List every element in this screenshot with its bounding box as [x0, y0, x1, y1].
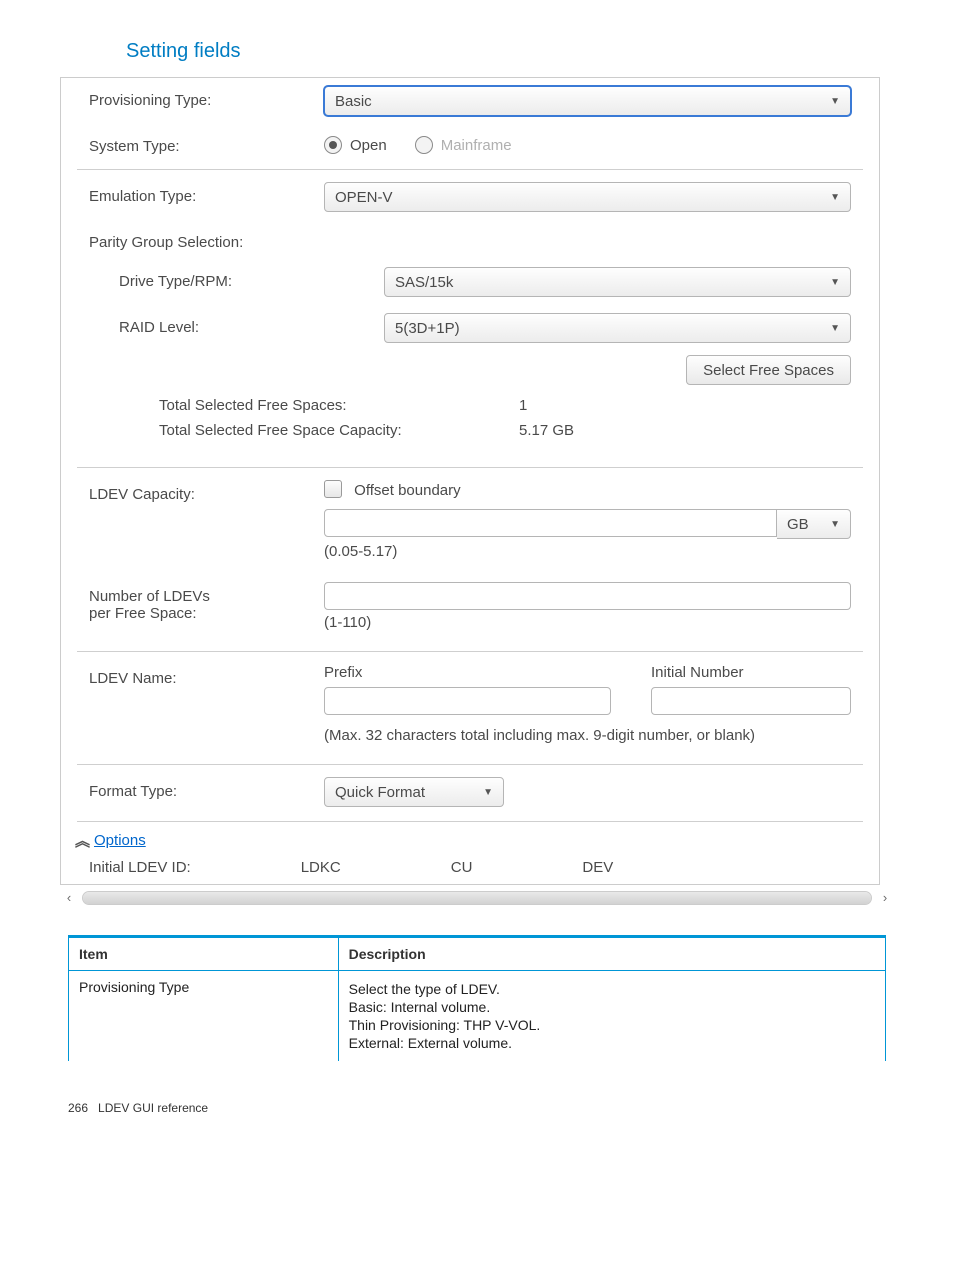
desc-line: Basic: Internal volume.: [349, 999, 875, 1015]
ldev-name-initial-input[interactable]: [651, 687, 851, 715]
ldev-capacity-label: LDEV Capacity:: [89, 480, 324, 503]
parity-group-selection-label: Parity Group Selection:: [89, 228, 324, 251]
initial-ldev-dev: DEV: [582, 859, 613, 876]
table-cell-item: Provisioning Type: [69, 971, 339, 1062]
format-type-label: Format Type:: [89, 777, 324, 800]
table-header-item: Item: [69, 937, 339, 971]
chevron-down-icon: ▼: [830, 323, 840, 334]
chevron-down-icon: ▼: [830, 277, 840, 288]
scroll-left-icon[interactable]: ‹: [60, 889, 78, 907]
drive-type-select[interactable]: SAS/15k ▼: [384, 267, 851, 297]
system-type-mainframe-label: Mainframe: [441, 137, 512, 154]
options-link[interactable]: Options: [94, 832, 146, 849]
raid-level-value: 5(3D+1P): [395, 320, 460, 337]
chevron-down-icon: ▼: [830, 192, 840, 203]
section-title: Setting fields: [126, 40, 954, 63]
total-free-capacity-label: Total Selected Free Space Capacity:: [159, 422, 519, 439]
initial-ldev-ldkc: LDKC: [301, 859, 341, 876]
radio-icon: [324, 136, 342, 154]
chapter-title: LDEV GUI reference: [98, 1101, 208, 1115]
total-free-capacity-value: 5.17 GB: [519, 422, 574, 439]
drive-type-label: Drive Type/RPM:: [89, 267, 354, 290]
system-type-open-radio[interactable]: Open: [324, 136, 387, 154]
system-type-mainframe-radio[interactable]: Mainframe: [415, 136, 512, 154]
raid-level-select[interactable]: 5(3D+1P) ▼: [384, 313, 851, 343]
system-type-open-label: Open: [350, 137, 387, 154]
total-free-spaces-value: 1: [519, 397, 527, 414]
ldev-capacity-unit-value: GB: [787, 516, 809, 533]
ldev-capacity-range: (0.05-5.17): [324, 539, 851, 566]
collapse-icon: ︽: [75, 830, 86, 851]
initial-ldev-cu: CU: [451, 859, 473, 876]
system-type-label: System Type:: [89, 132, 324, 155]
table-row: Provisioning Type Select the type of LDE…: [69, 971, 886, 1062]
ldev-name-hint: (Max. 32 characters total including max.…: [324, 723, 851, 750]
ldev-name-prefix-input[interactable]: [324, 687, 611, 715]
num-ldevs-label-1: Number of LDEVs: [89, 588, 324, 605]
provisioning-type-select[interactable]: Basic ▼: [324, 86, 851, 116]
ldev-capacity-unit-select[interactable]: GB ▼: [777, 509, 851, 539]
scroll-right-icon[interactable]: ›: [876, 889, 894, 907]
offset-boundary-label: Offset boundary: [354, 482, 460, 499]
emulation-type-select[interactable]: OPEN-V ▼: [324, 182, 851, 212]
table-cell-desc: Select the type of LDEV. Basic: Internal…: [338, 971, 885, 1062]
raid-level-label: RAID Level:: [89, 313, 354, 336]
select-free-spaces-button[interactable]: Select Free Spaces: [686, 355, 851, 385]
table-header-desc: Description: [338, 937, 885, 971]
desc-line: Select the type of LDEV.: [349, 981, 875, 997]
format-type-value: Quick Format: [335, 784, 425, 801]
emulation-type-value: OPEN-V: [335, 189, 393, 206]
initial-ldev-id-label: Initial LDEV ID:: [89, 859, 191, 876]
provisioning-type-label: Provisioning Type:: [89, 86, 324, 109]
emulation-type-label: Emulation Type:: [89, 182, 324, 205]
chevron-down-icon: ▼: [830, 519, 840, 530]
horizontal-scrollbar[interactable]: ‹ ›: [60, 889, 894, 907]
num-ldevs-range: (1-110): [324, 610, 851, 637]
settings-panel: Provisioning Type: Basic ▼ System Type: …: [60, 77, 880, 885]
ldev-name-label: LDEV Name:: [89, 664, 324, 687]
page-number: 266: [68, 1101, 88, 1115]
offset-boundary-checkbox[interactable]: Offset boundary: [324, 482, 461, 499]
total-free-spaces-label: Total Selected Free Spaces:: [159, 397, 519, 414]
format-type-select[interactable]: Quick Format ▼: [324, 777, 504, 807]
screenshot-scroll-wrap[interactable]: Provisioning Type: Basic ▼ System Type: …: [60, 77, 894, 885]
desc-line: External: External volume.: [349, 1035, 875, 1051]
num-ldevs-input[interactable]: [324, 582, 851, 610]
ldev-name-prefix-label: Prefix: [324, 664, 611, 681]
scroll-thumb[interactable]: [83, 892, 871, 904]
ldev-name-initial-label: Initial Number: [651, 664, 851, 681]
chevron-down-icon: ▼: [483, 787, 493, 798]
num-ldevs-label-2: per Free Space:: [89, 605, 324, 622]
drive-type-value: SAS/15k: [395, 274, 453, 291]
radio-icon: [415, 136, 433, 154]
provisioning-type-value: Basic: [335, 93, 372, 110]
ldev-capacity-input[interactable]: [324, 509, 777, 537]
description-table: Item Description Provisioning Type Selec…: [68, 935, 886, 1061]
scroll-track[interactable]: [82, 891, 872, 905]
chevron-down-icon: ▼: [830, 96, 840, 107]
desc-line: Thin Provisioning: THP V-VOL.: [349, 1017, 875, 1033]
checkbox-icon: [324, 480, 342, 498]
